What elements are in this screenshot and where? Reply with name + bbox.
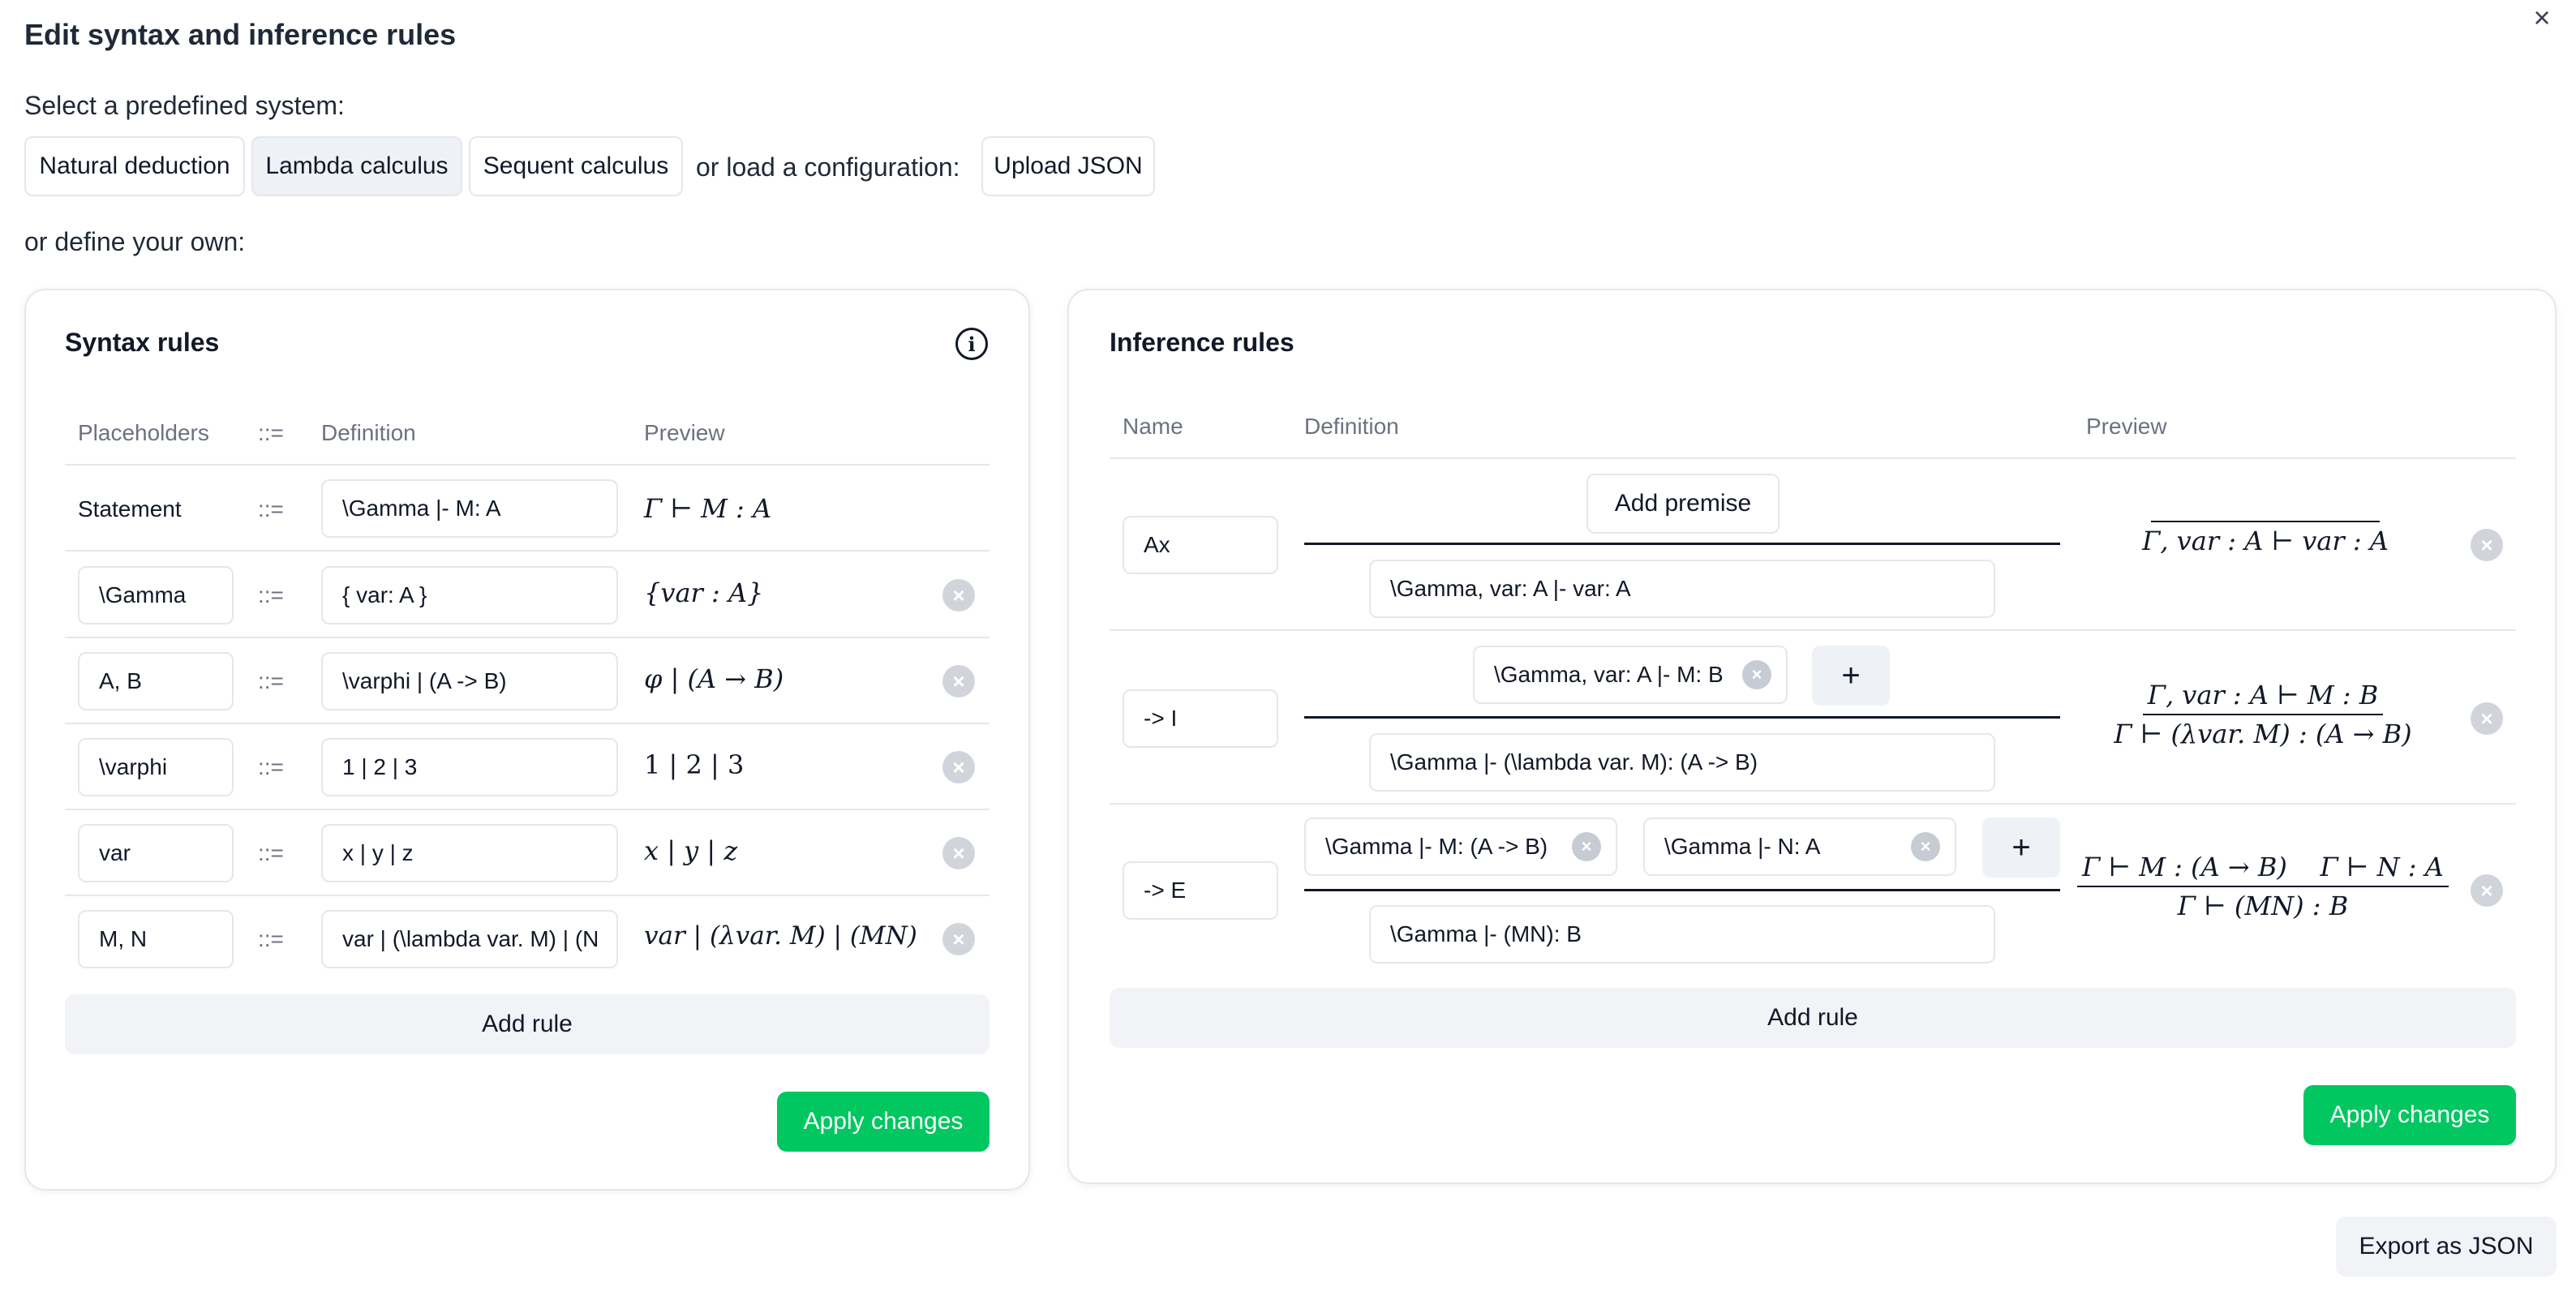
remove-premise-icon[interactable]: × (1572, 832, 1601, 861)
col-header-definition: Definition (1304, 414, 1399, 439)
premise-input[interactable]: \Gamma, var: A |- M: B (1473, 646, 1788, 704)
syntax-preview: {var : A} (644, 577, 764, 608)
preview-premises: Γ ⊢ M : (A → B) Γ ⊢ N : A (2077, 852, 2449, 887)
syntax-preview: x | y | z (644, 835, 738, 866)
row-divider (1110, 803, 2516, 805)
info-icon[interactable]: i (955, 328, 988, 360)
row-divider (65, 895, 990, 896)
remove-rule-icon[interactable]: × (2471, 874, 2503, 907)
preview-conclusion: Γ ⊢ (MN) : B (2177, 891, 2349, 921)
remove-rule-icon[interactable]: × (2471, 702, 2503, 735)
preview-conclusion: Γ ⊢ (λvar. M) : (A → B) (2114, 719, 2412, 749)
premise-input[interactable]: \Gamma |- M: (A -> B) (1304, 818, 1617, 876)
syntax-row-sep: ::= (258, 668, 284, 693)
col-header-preview: Preview (2086, 414, 2167, 439)
upload-json-button[interactable]: Upload JSON (981, 136, 1155, 196)
remove-rule-icon[interactable]: × (942, 751, 975, 783)
col-header-name: Name (1123, 414, 1183, 439)
remove-rule-icon[interactable]: × (942, 923, 975, 955)
syntax-definition-input[interactable]: \varphi | (A -> B) (321, 652, 618, 710)
inference-apply-changes-button[interactable]: Apply changes (2303, 1085, 2516, 1145)
syntax-placeholder-input[interactable]: A, B (78, 652, 234, 710)
rule-preview: Γ, var : A ⊢ M : B Γ ⊢ (λvar. M) : (A → … (2109, 680, 2417, 749)
inference-bar (1304, 543, 2060, 545)
syntax-row-sep: ::= (258, 496, 284, 521)
rule-name-input[interactable]: Ax (1123, 516, 1278, 574)
rule-preview: Γ ⊢ M : (A → B) Γ ⊢ N : A Γ ⊢ (MN) : B (2077, 852, 2449, 921)
syntax-preview: Γ ⊢ M : A (644, 493, 772, 524)
syntax-placeholder-input[interactable]: M, N (78, 910, 234, 968)
conclusion-input[interactable]: \Gamma |- (\lambda var. M): (A -> B) (1369, 733, 1995, 792)
syntax-rules-title: Syntax rules (65, 328, 220, 357)
row-divider (65, 723, 990, 724)
define-own-label: or define your own: (24, 227, 246, 256)
syntax-row-placeholder: Statement (78, 496, 182, 521)
syntax-preview: var | (λvar. M) | (MN) (644, 921, 917, 951)
add-premise-plus-button[interactable]: + (1982, 818, 2060, 878)
close-icon[interactable]: × (2526, 2, 2558, 34)
syntax-row-sep: ::= (258, 840, 284, 865)
system-lambda-calculus-button[interactable]: Lambda calculus (251, 136, 462, 196)
conclusion-input[interactable]: \Gamma, var: A |- var: A (1369, 560, 1995, 618)
col-header-definition: Definition (321, 420, 416, 445)
syntax-add-rule-button[interactable]: Add rule (65, 994, 990, 1054)
col-header-placeholders: Placeholders (78, 420, 209, 445)
conclusion-input[interactable]: \Gamma |- (MN): B (1369, 905, 1995, 964)
system-natural-deduction-button[interactable]: Natural deduction (24, 136, 245, 196)
remove-rule-icon[interactable]: × (942, 579, 975, 612)
syntax-preview: φ | (A → B) (644, 663, 784, 694)
syntax-definition-input[interactable]: x | y | z (321, 824, 618, 882)
col-header-sep: ::= (258, 420, 284, 445)
add-premise-button[interactable]: Add premise (1586, 474, 1780, 534)
syntax-definition-input[interactable]: { var: A } (321, 566, 618, 624)
syntax-definition-input[interactable]: var | (\lambda var. M) | (N (321, 910, 618, 968)
load-config-label: or load a configuration: (696, 152, 960, 182)
syntax-placeholder-input[interactable]: \varphi (78, 738, 234, 796)
syntax-definition-input[interactable]: 1 | 2 | 3 (321, 738, 618, 796)
inference-bar (1304, 716, 2060, 719)
syntax-placeholder-input[interactable]: \Gamma (78, 566, 234, 624)
inference-rules-title: Inference rules (1110, 328, 1294, 357)
header-divider (65, 464, 990, 466)
system-sequent-calculus-button[interactable]: Sequent calculus (469, 136, 683, 196)
dialog-title: Edit syntax and inference rules (24, 18, 457, 51)
rule-preview: Γ, var : A ⊢ var : A (2132, 519, 2399, 556)
syntax-row-sep: ::= (258, 754, 284, 779)
row-divider (1110, 629, 2516, 631)
remove-premise-icon[interactable]: × (1742, 660, 1771, 689)
remove-premise-icon[interactable]: × (1911, 832, 1940, 861)
row-divider (65, 637, 990, 638)
syntax-apply-changes-button[interactable]: Apply changes (777, 1092, 990, 1152)
export-json-button[interactable]: Export as JSON (2336, 1217, 2557, 1277)
col-header-preview: Preview (644, 420, 725, 445)
header-divider (1110, 457, 2516, 459)
remove-rule-icon[interactable]: × (942, 665, 975, 697)
remove-rule-icon[interactable]: × (942, 837, 975, 869)
rule-name-input[interactable]: -> E (1123, 861, 1278, 920)
syntax-placeholder-input[interactable]: var (78, 824, 234, 882)
remove-rule-icon[interactable]: × (2471, 529, 2503, 561)
syntax-preview: 1 | 2 | 3 (644, 749, 745, 780)
syntax-definition-input[interactable]: \Gamma |- M: A (321, 479, 618, 538)
syntax-row-sep: ::= (258, 582, 284, 607)
row-divider (65, 550, 990, 551)
inference-add-rule-button[interactable]: Add rule (1110, 988, 2516, 1048)
syntax-row-sep: ::= (258, 926, 284, 951)
rule-name-input[interactable]: -> I (1123, 689, 1278, 748)
predefined-label: Select a predefined system: (24, 91, 345, 120)
row-divider (65, 809, 990, 810)
premise-input[interactable]: \Gamma |- N: A (1643, 818, 1956, 876)
inference-bar (1304, 889, 2060, 891)
add-premise-plus-button[interactable]: + (1812, 646, 1890, 706)
preview-conclusion: Γ, var : A ⊢ var : A (2142, 526, 2389, 556)
preview-premises: Γ, var : A ⊢ M : B (2142, 680, 2384, 715)
